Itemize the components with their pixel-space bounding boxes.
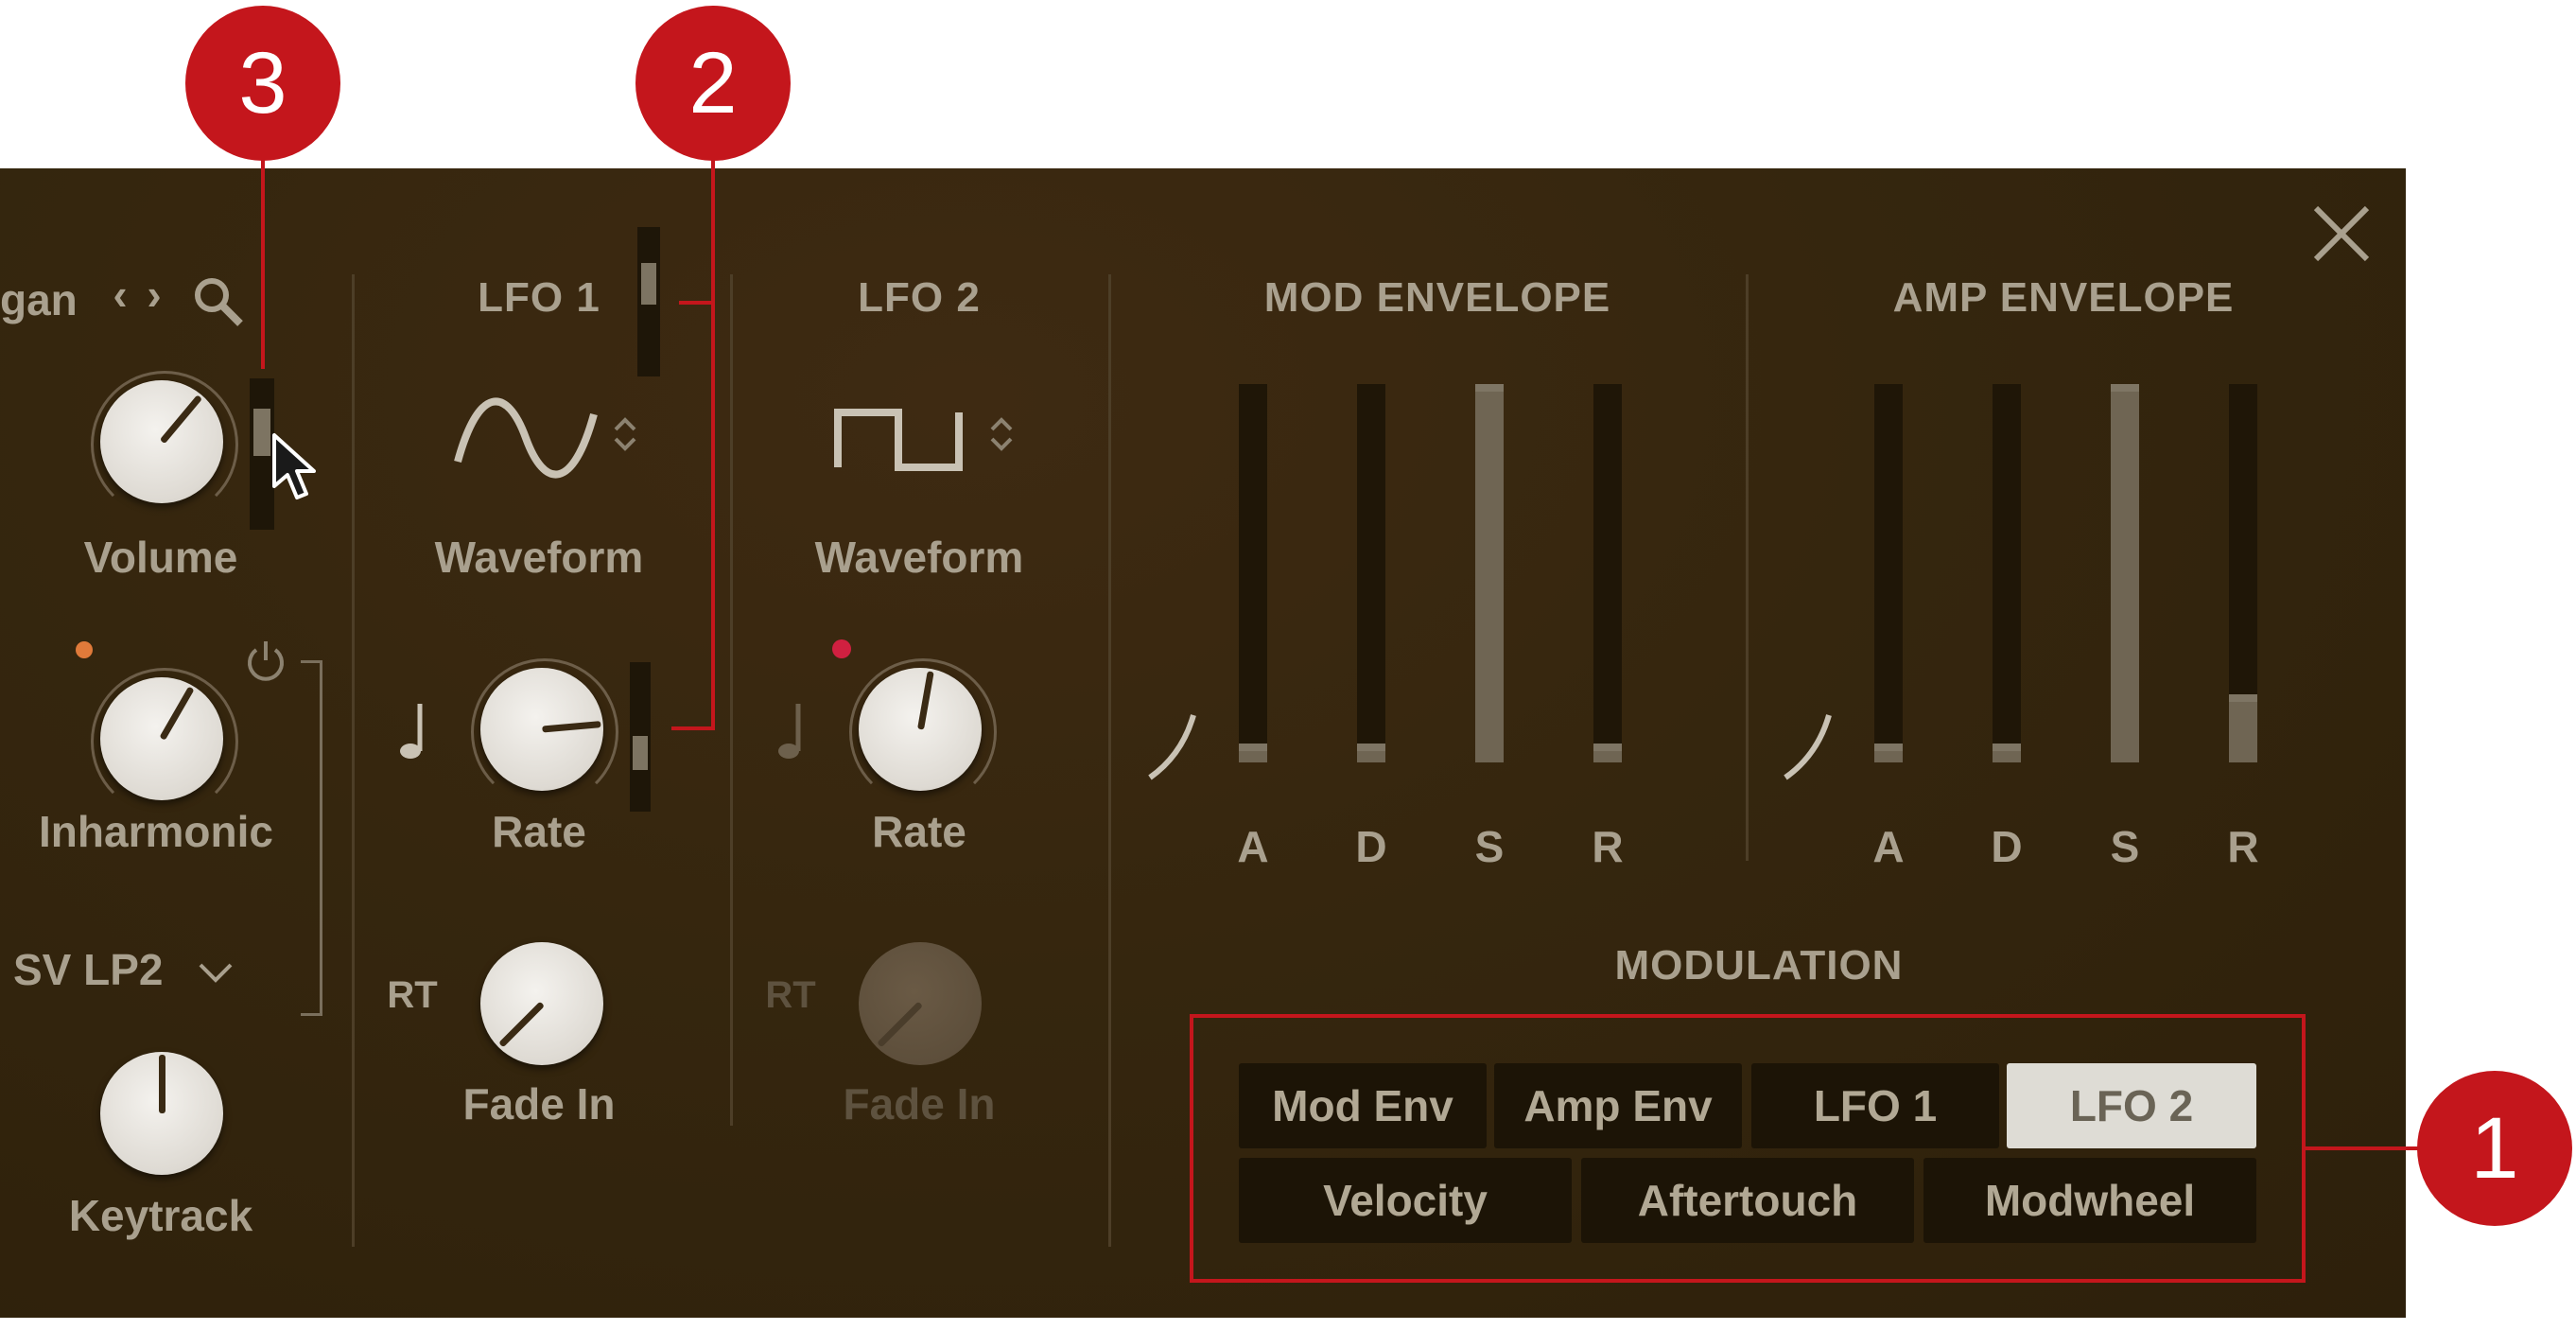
lfo2-title: LFO 2 bbox=[858, 274, 981, 321]
lfo1-rate-label: Rate bbox=[492, 807, 586, 856]
knob-pointer bbox=[159, 1054, 165, 1113]
amp-env-slider-handle[interactable] bbox=[2229, 694, 2257, 702]
lfo1-title: LFO 1 bbox=[478, 274, 600, 321]
mod-env-slider-track[interactable] bbox=[1593, 384, 1622, 762]
amp-env-stage-label: R bbox=[2227, 822, 2259, 871]
callout-2-leader bbox=[679, 301, 713, 305]
modulation-title: MODULATION bbox=[1614, 942, 1904, 989]
mod-env-slider-track[interactable] bbox=[1357, 384, 1385, 762]
bypass-bracket bbox=[301, 660, 322, 1016]
cursor-icon bbox=[272, 433, 316, 499]
env-curve-icon[interactable] bbox=[1144, 708, 1201, 783]
search-icon[interactable] bbox=[191, 274, 248, 331]
callout-2: 2 bbox=[635, 6, 791, 161]
note-sync-icon[interactable] bbox=[775, 698, 813, 764]
mod-env-slider-handle[interactable] bbox=[1357, 744, 1385, 751]
lfo1-fade-knob[interactable] bbox=[480, 942, 603, 1065]
mod-indicator-dot bbox=[832, 639, 851, 658]
keytrack-label: Keytrack bbox=[68, 1191, 253, 1240]
mod-env-stage-label: S bbox=[1474, 822, 1505, 871]
knob-pointer bbox=[497, 1001, 545, 1048]
mod-env-stage-label: D bbox=[1355, 822, 1387, 871]
lfo2-rate-label: Rate bbox=[872, 807, 966, 856]
inharmonic-knob[interactable] bbox=[100, 677, 223, 800]
amp-env-slider-track[interactable] bbox=[1874, 384, 1903, 762]
volume-mod-handle[interactable] bbox=[253, 409, 270, 456]
amp-env-stage-label: S bbox=[2110, 822, 2140, 871]
column-divider bbox=[1108, 274, 1111, 1247]
amp-env-slider-handle[interactable] bbox=[1993, 744, 2021, 751]
column-divider bbox=[1746, 274, 1749, 861]
preset-next-icon[interactable]: › bbox=[140, 269, 168, 320]
power-icon[interactable] bbox=[242, 636, 289, 683]
filter-type-selector[interactable]: SV LP2 bbox=[13, 944, 183, 995]
knob-pointer bbox=[159, 394, 203, 445]
knob-pointer bbox=[917, 670, 934, 730]
volume-label: Volume bbox=[83, 533, 238, 582]
amp-envelope-title: AMP ENVELOPE bbox=[1892, 274, 2235, 321]
mod-env-slider-fill[interactable] bbox=[1475, 384, 1504, 762]
amp-env-slider-handle[interactable] bbox=[1874, 744, 1903, 751]
amp-env-slider-track[interactable] bbox=[1993, 384, 2021, 762]
amp-env-slider-fill[interactable] bbox=[2111, 384, 2139, 762]
waveform-stepper-icon[interactable] bbox=[987, 411, 1016, 458]
callout-1-leader bbox=[2306, 1146, 2423, 1150]
column-divider bbox=[730, 274, 733, 1126]
amp-env-slider-fill[interactable] bbox=[2229, 694, 2257, 762]
mod-envelope-title: MOD ENVELOPE bbox=[1263, 274, 1611, 321]
mod-env-stage-label: A bbox=[1237, 822, 1269, 871]
mod-env-slider-handle[interactable] bbox=[1475, 384, 1504, 392]
lfo1-rate-mod-handle[interactable] bbox=[633, 736, 648, 770]
lfo1-waveform-label: Waveform bbox=[434, 533, 644, 582]
mod-env-slider-track[interactable] bbox=[1239, 384, 1267, 762]
amp-env-stage-label: D bbox=[1991, 822, 2023, 871]
lfo1-rate-knob[interactable] bbox=[480, 668, 603, 791]
lfo1-fade-label: Fade In bbox=[462, 1079, 616, 1129]
knob-pointer bbox=[542, 721, 601, 733]
lfo1-mod-handle[interactable] bbox=[641, 263, 656, 305]
preset-name: gan bbox=[0, 275, 78, 324]
column-divider bbox=[352, 274, 355, 1247]
mod-env-stage-label: R bbox=[1592, 822, 1624, 871]
chevron-down-icon[interactable] bbox=[197, 957, 235, 986]
sine-wave-icon[interactable] bbox=[450, 395, 601, 481]
lfo2-waveform-label: Waveform bbox=[814, 533, 1024, 582]
callout-2-leader bbox=[671, 726, 713, 730]
lfo2-fade-label: Fade In bbox=[843, 1079, 996, 1129]
lfo1-retrigger-toggle[interactable]: RT bbox=[374, 974, 450, 1017]
note-sync-icon[interactable] bbox=[397, 698, 435, 764]
mod-indicator-dot bbox=[76, 641, 93, 658]
callout-3-leader bbox=[261, 159, 265, 369]
knob-pointer bbox=[159, 686, 195, 741]
env-curve-icon[interactable] bbox=[1780, 708, 1836, 783]
volume-knob[interactable] bbox=[100, 380, 223, 503]
inharmonic-label: Inharmonic bbox=[39, 807, 273, 856]
waveform-stepper-icon[interactable] bbox=[611, 411, 639, 458]
preset-prev-icon[interactable]: ‹ bbox=[106, 269, 134, 320]
callout-1-highlight-box bbox=[1190, 1014, 2306, 1283]
lfo2-rate-knob[interactable] bbox=[859, 668, 982, 791]
square-wave-icon[interactable] bbox=[832, 401, 965, 477]
callout-1: 1 bbox=[2417, 1071, 2572, 1226]
close-icon[interactable] bbox=[2312, 204, 2371, 263]
amp-env-slider-handle[interactable] bbox=[2111, 384, 2139, 392]
mod-env-slider-handle[interactable] bbox=[1239, 744, 1267, 751]
callout-3: 3 bbox=[185, 6, 340, 161]
callout-2-leader bbox=[711, 159, 715, 730]
lfo2-retrigger-toggle[interactable]: RT bbox=[753, 974, 828, 1017]
knob-pointer bbox=[876, 1001, 923, 1048]
lfo2-fade-knob[interactable] bbox=[859, 942, 982, 1065]
keytrack-knob[interactable] bbox=[100, 1052, 223, 1175]
mod-env-slider-handle[interactable] bbox=[1593, 744, 1622, 751]
amp-env-stage-label: A bbox=[1872, 822, 1905, 871]
